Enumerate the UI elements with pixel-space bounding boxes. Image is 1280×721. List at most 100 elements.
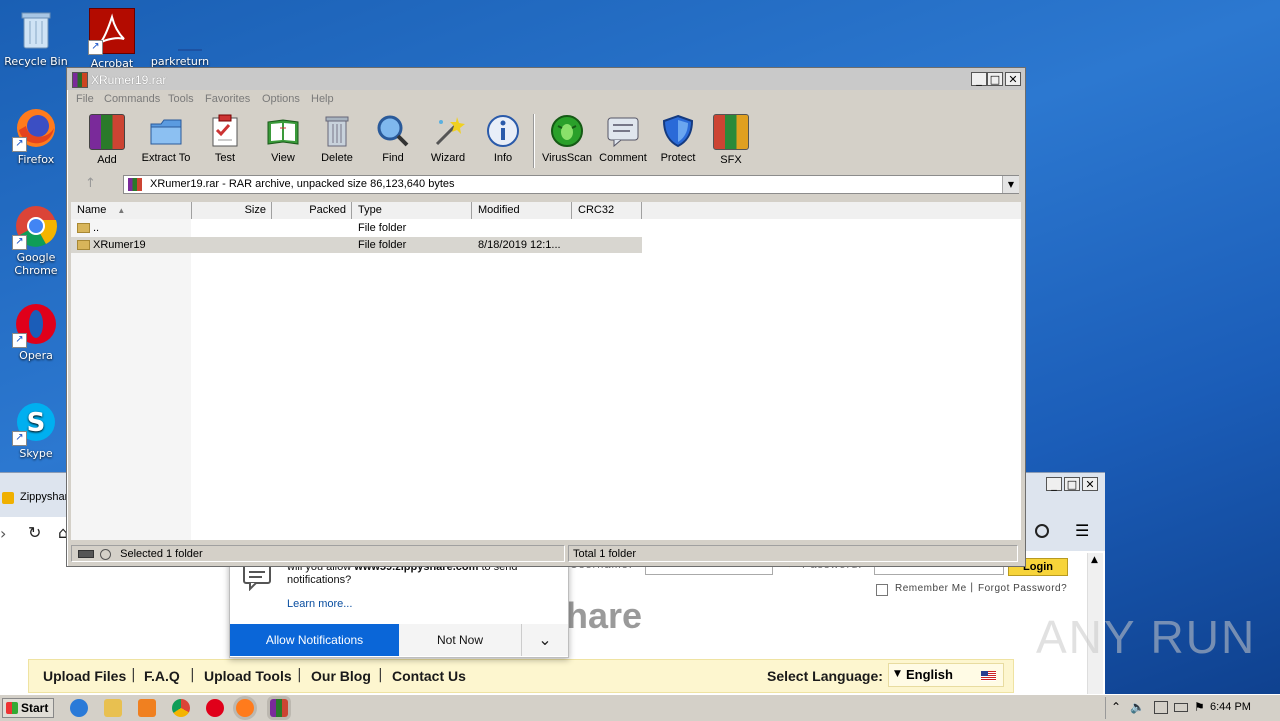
chat-bubble-icon [242,563,272,594]
sfx-label: SFX [720,154,742,166]
add-button[interactable]: Add [79,114,135,166]
not-now-button[interactable]: Not Now [399,624,521,656]
row-modified: 8/18/2019 12:1... [478,239,561,251]
maximize-button[interactable]: □ [1064,477,1080,491]
info-button[interactable]: Info [475,114,531,164]
close-button[interactable]: ✕ [1005,72,1021,86]
menu-favorites[interactable]: Favorites [205,93,250,105]
status-bar: Selected 1 folder Total 1 folder [71,545,1021,563]
row-name: .. [93,222,100,234]
status-selected: Selected 1 folder [120,548,203,560]
menu-options[interactable]: Options [262,93,300,105]
account-icon[interactable] [1035,524,1049,538]
nav-contact-us[interactable]: Contact Us [392,668,466,684]
action-center-flag-icon[interactable]: ⚑ [1194,700,1205,714]
info-label: Info [493,152,513,164]
test-button[interactable]: Test [197,114,253,164]
reload-icon[interactable]: ↻ [28,523,41,542]
table-row[interactable]: XRumer19 File folder 8/18/2019 12:1... [71,237,642,253]
windows-logo-icon [6,702,18,714]
comment-label: Comment [599,152,647,164]
start-label: Start [21,701,49,715]
menu-commands[interactable]: Commands [104,93,160,105]
desktop-icon-opera[interactable]: ↗ Opera [0,302,72,362]
remember-me-checkbox[interactable] [876,584,888,596]
up-arrow-icon[interactable]: ↑ [85,176,96,191]
protect-label: Protect [660,152,696,164]
nav-upload-tools[interactable]: Upload Tools [204,668,292,684]
network-icon[interactable] [1154,701,1168,714]
comment-button[interactable]: Comment [595,114,651,164]
protect-button[interactable]: Protect [650,114,706,164]
dropdown-arrow-icon[interactable]: ▼ [1002,176,1019,193]
scroll-up-arrow-icon[interactable]: ▲ [1091,555,1098,565]
forgot-password-link[interactable]: Forgot Password? [978,583,1067,594]
minimize-button[interactable]: _ [971,72,987,86]
virusscan-button[interactable]: VirusScan [539,114,595,164]
language-select[interactable]: ▼ English [888,663,1004,687]
view-label: View [271,152,295,164]
menu-help[interactable]: Help [311,93,334,105]
volume-icon[interactable]: 🔈 [1130,700,1145,714]
opera-icon[interactable] [206,699,224,717]
nav-faq[interactable]: F.A.Q [144,668,180,684]
column-packed[interactable]: Packed [272,202,352,219]
desktop-icon-recycle-bin[interactable]: Recycle Bin [0,8,72,68]
learn-more-link[interactable]: Learn more... [287,598,352,610]
column-name[interactable]: Name ▲ [71,202,192,219]
archive-icon [128,178,142,191]
desktop-icon-skype[interactable]: S ↗ Skype [0,400,72,460]
archive-path-field[interactable]: XRumer19.rar - RAR archive, unpacked siz… [123,175,1019,194]
menu-file[interactable]: File [76,93,94,105]
forward-icon[interactable]: › [0,524,6,543]
browser-tab[interactable]: Zippyshar [0,487,68,509]
desktop-icon-firefox[interactable]: ↗ Firefox [0,106,72,166]
desktop-icon-parkreturn[interactable]: parkreturn [144,8,220,68]
explorer-icon[interactable] [104,699,122,717]
test-label: Test [214,152,236,164]
desktop-icon-label: Opera [19,349,53,362]
chevron-down-icon[interactable]: ⌄ [521,624,568,656]
delete-icon [320,114,354,148]
winrar-titlebar[interactable]: XRumer19.rar _ □ ✕ [67,68,1025,90]
delete-button[interactable]: Delete [309,114,365,164]
winrar-icon[interactable] [270,699,288,717]
close-button[interactable]: ✕ [1082,477,1098,491]
minimize-button[interactable]: _ [1046,477,1062,491]
acrobat-icon: ↗ [88,8,135,55]
battery-icon[interactable] [1174,703,1188,712]
desktop-icon-acrobat[interactable]: ↗ Acrobat [76,8,148,70]
media-player-icon[interactable] [138,699,156,717]
menu-tools[interactable]: Tools [168,93,194,105]
address-bar: ↑ XRumer19.rar - RAR archive, unpacked s… [71,174,1021,196]
column-type[interactable]: Type [352,202,472,219]
nav-separator: | [297,667,302,683]
ie-icon[interactable] [70,699,88,717]
sfx-button[interactable]: SFX [703,114,759,166]
column-modified[interactable]: Modified [472,202,572,219]
table-row[interactable]: .. File folder [71,220,642,236]
view-button[interactable]: View [255,114,311,164]
menu-bar: File Commands Tools Favorites Options He… [67,90,1025,108]
find-button[interactable]: Find [365,114,421,164]
wizard-button[interactable]: Wizard [420,114,476,164]
nav-upload-files[interactable]: Upload Files [43,668,126,684]
column-crc32[interactable]: CRC32 [572,202,642,219]
nav-our-blog[interactable]: Our Blog [311,668,371,684]
clock[interactable]: 6:44 PM [1210,701,1251,713]
menu-icon[interactable]: ☰ [1075,523,1089,539]
chrome-icon[interactable] [172,699,190,717]
show-hidden-icons-icon[interactable]: ⌃ [1111,700,1121,714]
skype-icon: S ↗ [12,400,58,446]
opera-icon: ↗ [12,302,58,348]
extract-to-button[interactable]: Extract To [138,114,194,164]
column-size[interactable]: Size [192,202,272,219]
shortcut-arrow-icon: ↗ [12,333,27,348]
start-button[interactable]: Start [2,698,54,718]
virusscan-icon [550,114,584,148]
protect-icon [661,114,695,148]
firefox-icon[interactable] [236,699,254,717]
maximize-button[interactable]: □ [987,72,1003,86]
allow-notifications-button[interactable]: Allow Notifications [230,624,399,656]
desktop-icon-chrome[interactable]: ↗ Google Chrome [0,204,72,277]
